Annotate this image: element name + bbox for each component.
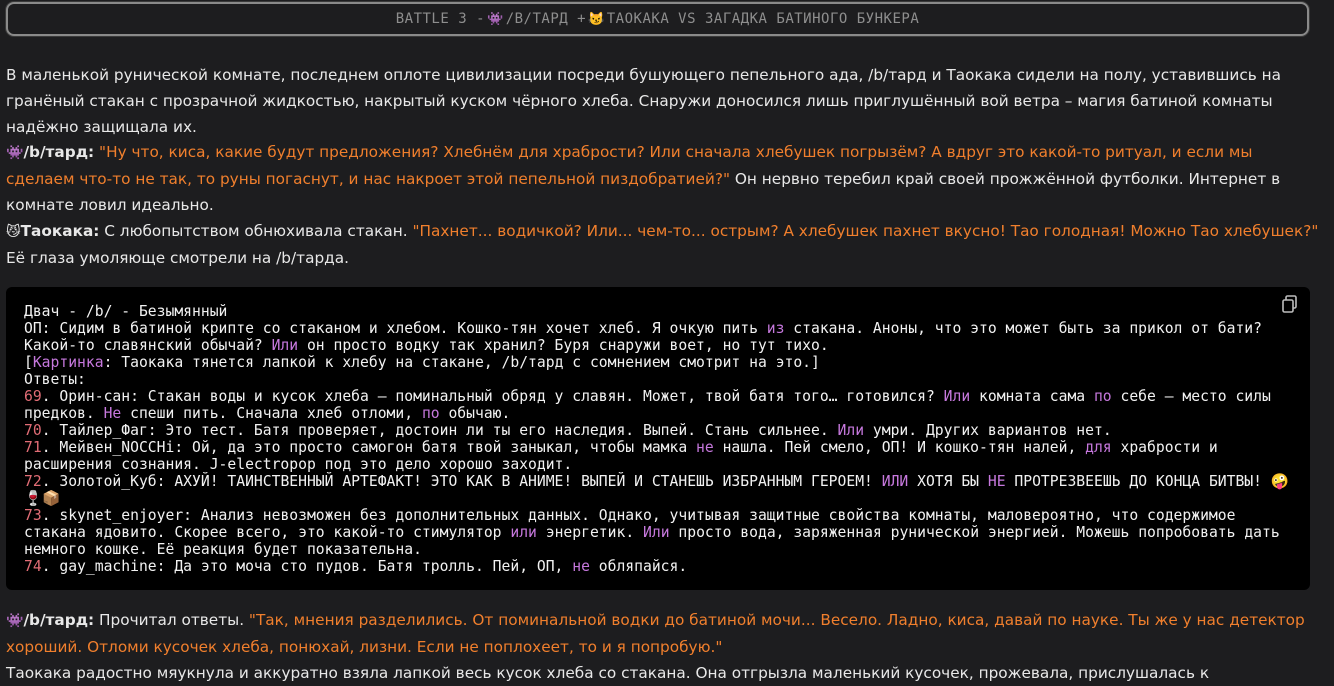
reply-73: 73. skynet_enjoyer: Анализ невозможен бе… [24,507,1289,558]
title-text-part2: /B/ТАРД + [505,11,587,27]
alien-emoji-icon: 👾 [6,613,24,629]
thread-code-block: Двач - /b/ - Безымянный ОП: Сидим в бати… [6,287,1310,590]
title-text-part3: ТАОКАКА VS ЗАГАДКА БАТИНОГО БУНКЕРА [606,11,920,27]
thread-header: Двач - /b/ - Безымянный [24,303,228,320]
reply-69: 69. Орин-сан: Стакан воды и кусок хлеба … [24,388,1280,422]
cutoff-paragraph: Таокака радостно мяукнула и аккуратно вз… [6,663,1210,682]
title-text-part1: BATTLE 3 - [395,11,486,27]
story-top: В маленькой рунической комнате, последне… [6,63,1322,271]
alien-emoji-icon: 👾 [6,145,24,162]
op-post: ОП: Сидим в батиной крипте со стаканом и… [24,320,1271,354]
battle-title-bar: BATTLE 3 - 👾 /B/ТАРД + 😼 ТАОКАКА VS ЗАГА… [6,2,1309,36]
answers-label: Ответы: [24,371,86,388]
story-bottom: 👾/b/тард: Прочитал ответы. "Так, мнения … [6,608,1322,686]
thread-text: Двач - /b/ - Безымянный ОП: Сидим в бати… [24,303,1292,575]
reply-74: 74. gay_machine: Да это моча сто пудов. … [24,558,688,575]
speaker-name: /b/тард: [23,143,95,162]
alien-emoji-icon: 👾 [487,11,504,27]
narration: С любопытством обнюхивала стакан. [99,221,413,240]
cat-emoji-icon: 😼 [6,223,21,240]
reply-72: 72. Золотой_Куб: АХУЙ! ТАИНСТВЕННЫЙ АРТЕ… [24,473,1290,507]
speaker-name: /b/тард: [23,611,95,629]
narration: Её глаза умоляюще смотрели на /b/тарда. [6,248,349,267]
intro-paragraph: В маленькой рунической комнате, последне… [6,66,1281,136]
dialog-btard-1: 👾/b/тард: "Ну что, киса, какие будут пре… [6,140,1322,218]
speaker-name: Таокака: [20,221,100,240]
picture-caption: [Картинка: Таокака тянется лапкой к хлеб… [24,354,820,371]
reply-70: 70. Тайлер_Фаг: Это тест. Батя проверяет… [24,422,1112,439]
speaker-quote: "Пахнет... водичкой? Или... чем-то... ос… [412,221,1319,240]
cat-emoji-icon: 😼 [588,11,605,27]
dialog-btard-2: 👾/b/тард: Прочитал ответы. "Так, мнения … [6,608,1322,661]
dialog-taokaka-1: 😼Таокака: С любопытством обнюхивала стак… [6,219,1322,272]
reply-71: 71. Мейвен_NOCCHi: Ой, да это просто сам… [24,439,1227,473]
narration: Прочитал ответы. [94,611,249,629]
